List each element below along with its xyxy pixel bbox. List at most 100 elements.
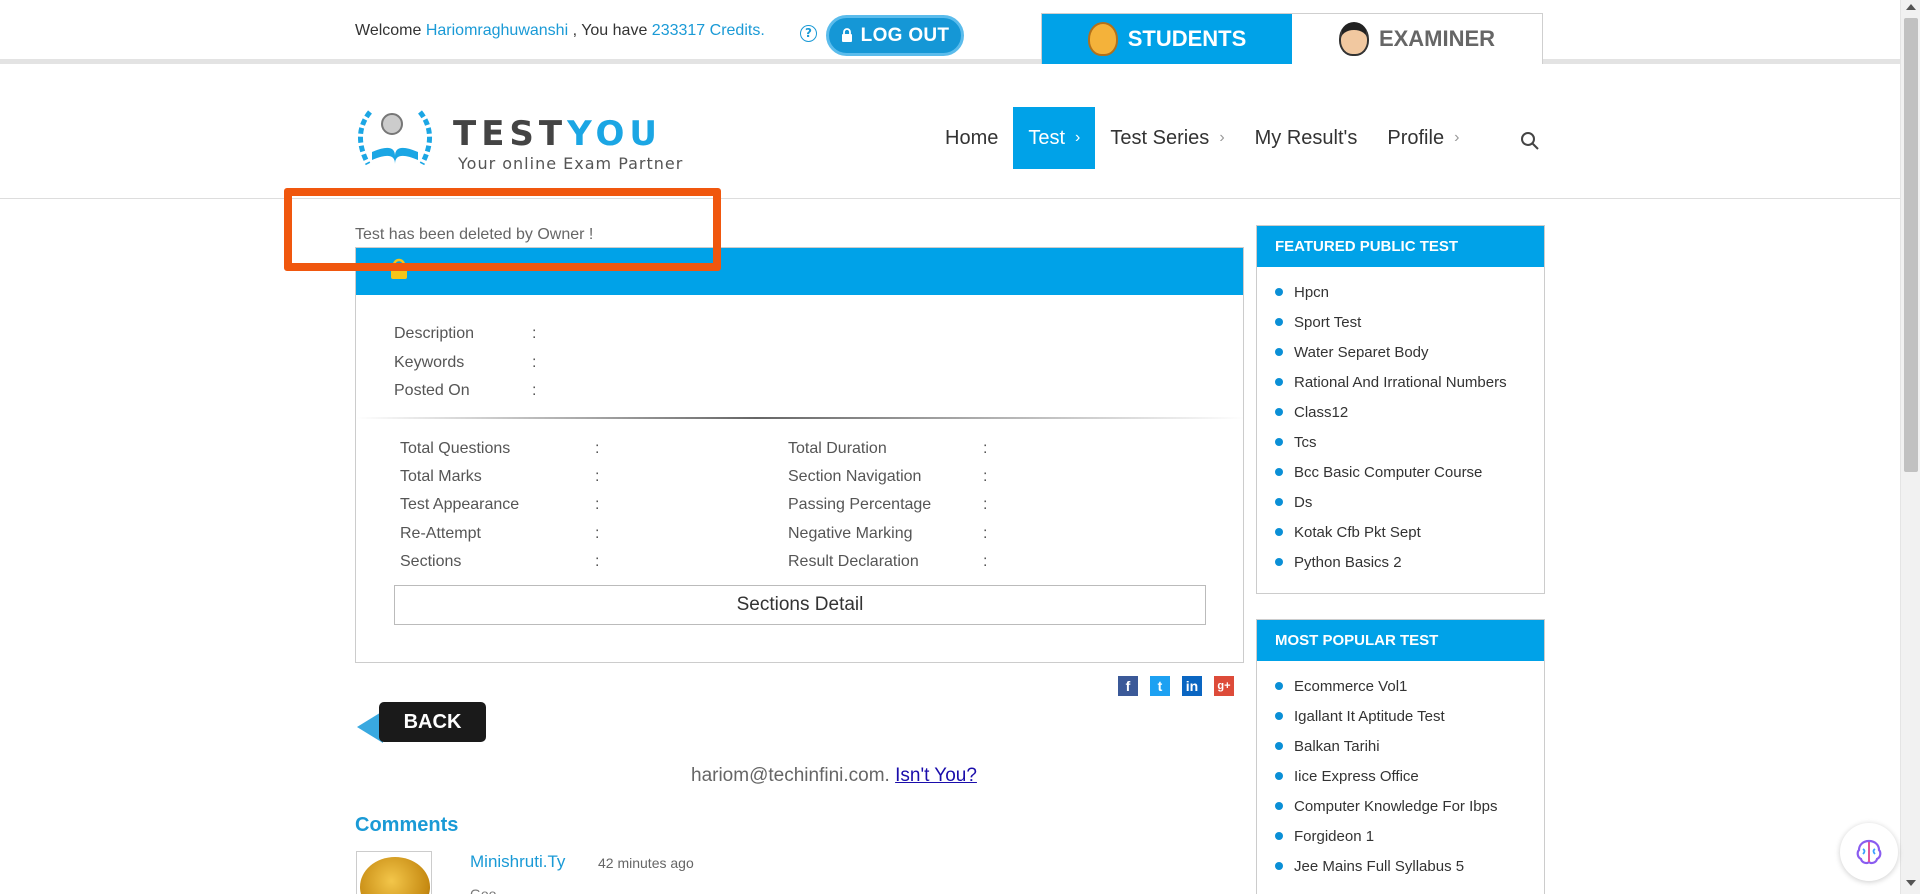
role-tabs: STUDENTS EXAMINER <box>1041 13 1543 64</box>
comment-text: Goo... <box>470 886 509 894</box>
logout-button[interactable]: LOG OUT <box>826 15 964 56</box>
stat-result-declaration: Result Declaration: <box>788 548 1188 576</box>
nav-my-results[interactable]: My Result's <box>1240 107 1373 169</box>
logo-tagline: Your online Exam Partner <box>458 154 684 173</box>
list-item[interactable]: Forgideon 1 <box>1275 821 1544 851</box>
list-item[interactable]: Balkan Tarihi <box>1275 731 1544 761</box>
top-bar: Welcome Hariomraghuwanshi , You have 233… <box>0 0 1900 64</box>
nav-profile[interactable]: Profile › <box>1372 107 1474 169</box>
tab-examiner-label: EXAMINER <box>1378 26 1496 51</box>
list-item[interactable]: Python Basics 2 <box>1275 547 1544 577</box>
list-item-label: Balkan Tarihi <box>1294 737 1380 755</box>
meta-key: Posted On <box>394 382 470 400</box>
list-item[interactable]: Bcc Basic Computer Course <box>1275 457 1544 487</box>
list-item-label: Class12 <box>1294 403 1349 421</box>
credits-value[interactable]: 233317 Credits <box>652 22 761 39</box>
bullet-icon <box>1275 348 1283 356</box>
have-text: , You have <box>572 22 648 39</box>
student-face-icon <box>1087 22 1118 56</box>
stat-sep: : <box>983 552 988 570</box>
list-item-label: Bcc Basic Computer Course <box>1294 463 1483 481</box>
stat-section-navigation: Section Navigation: <box>788 463 1188 491</box>
list-item[interactable]: Ds <box>1275 487 1544 517</box>
stat-total-duration: Total Duration: <box>788 435 1188 463</box>
site-logo[interactable]: TESTYOU Your online Exam Partner <box>350 104 684 174</box>
list-item-label: Rational And Irrational Numbers <box>1294 373 1507 391</box>
list-item[interactable]: Iice Express Office <box>1275 761 1544 791</box>
logo-wordmark: TESTYOU <box>453 114 662 154</box>
tab-students[interactable]: STUDENTS <box>1042 14 1292 64</box>
nav-my-results-label: My Result's <box>1254 126 1358 149</box>
stat-key: Result Declaration <box>788 552 919 570</box>
bullet-icon <box>1275 498 1283 506</box>
stat-re-attempt: Re-Attempt: <box>400 520 788 548</box>
nav-test-series[interactable]: Test Series › <box>1095 107 1239 169</box>
nav-test-series-label: Test Series <box>1110 126 1210 149</box>
list-item[interactable]: Computer Knowledge For Ibps <box>1275 791 1544 821</box>
stat-sep: : <box>983 468 988 486</box>
stat-key: Negative Marking <box>788 524 913 542</box>
bullet-icon <box>1275 832 1283 840</box>
help-icon[interactable]: ? <box>800 25 817 42</box>
tab-examiner[interactable]: EXAMINER <box>1292 14 1542 64</box>
nav-home[interactable]: Home <box>930 107 1013 169</box>
stat-sep: : <box>595 440 600 458</box>
list-item-label: Computer Knowledge For Ibps <box>1294 797 1498 815</box>
google-plus-icon[interactable]: g+ <box>1214 676 1234 696</box>
username-link[interactable]: Hariomraghuwanshi <box>426 22 568 39</box>
comment-username[interactable]: Minishruti.Ty <box>470 852 565 872</box>
list-item-label: Iice Express Office <box>1294 767 1419 785</box>
stat-key: Re-Attempt <box>400 524 481 542</box>
list-item[interactable]: Water Separet Body <box>1275 337 1544 367</box>
featured-public-test-panel: FEATURED PUBLIC TEST Hpcn Sport Test Wat… <box>1256 225 1545 594</box>
stat-key: Sections <box>400 552 462 570</box>
bullet-icon <box>1275 438 1283 446</box>
back-button[interactable]: BACK <box>357 702 487 743</box>
list-item-label: Forgideon 1 <box>1294 827 1375 845</box>
avatar[interactable] <box>356 851 432 894</box>
back-label: BACK <box>379 702 486 742</box>
stat-key: Test Appearance <box>400 496 520 514</box>
tab-students-label: STUDENTS <box>1127 26 1247 51</box>
linkedin-icon[interactable]: in <box>1182 676 1202 696</box>
sections-detail-button[interactable]: Sections Detail <box>394 585 1206 625</box>
list-item[interactable]: Tcs <box>1275 427 1544 457</box>
nav-test[interactable]: Test › <box>1013 107 1096 169</box>
meta-row-posted-on: Posted On: <box>394 377 536 406</box>
list-item[interactable]: Sport Test <box>1275 307 1544 337</box>
twitter-icon[interactable]: t <box>1150 676 1170 696</box>
brain-icon <box>1856 839 1882 865</box>
page-scrollbar[interactable] <box>1900 0 1920 894</box>
meta-row-description: Description: <box>394 320 536 349</box>
popular-list: Ecommerce Vol1 Igallant It Aptitude Test… <box>1257 661 1544 885</box>
list-item-label: Ecommerce Vol1 <box>1294 677 1408 695</box>
social-share: f t in g+ <box>1118 676 1234 696</box>
list-item[interactable]: Jee Mains Full Syllabus 5 <box>1275 851 1544 881</box>
nav-home-label: Home <box>945 126 999 149</box>
list-item[interactable]: Ecommerce Vol1 <box>1275 671 1544 701</box>
facebook-icon[interactable]: f <box>1118 676 1138 696</box>
credits-suffix: . <box>760 22 765 39</box>
list-item[interactable]: Class12 <box>1275 397 1544 427</box>
list-item-label: Ds <box>1294 493 1313 511</box>
list-item[interactable]: Kotak Cfb Pkt Sept <box>1275 517 1544 547</box>
stat-key: Total Questions <box>400 440 511 458</box>
floating-assistant-button[interactable] <box>1840 823 1898 881</box>
stat-sep: : <box>595 552 600 570</box>
stat-sep: : <box>595 468 600 486</box>
list-item[interactable]: Hpcn <box>1275 277 1544 307</box>
stat-key: Passing Percentage <box>788 496 932 514</box>
scroll-up-icon[interactable] <box>1906 4 1916 10</box>
stat-total-marks: Total Marks: <box>400 463 788 491</box>
scroll-thumb[interactable] <box>1904 18 1918 472</box>
test-stats: Total Questions: Total Duration: Total M… <box>400 435 1200 576</box>
list-item[interactable]: Igallant It Aptitude Test <box>1275 701 1544 731</box>
list-item[interactable]: Rational And Irrational Numbers <box>1275 367 1544 397</box>
search-icon[interactable] <box>1520 131 1540 151</box>
scroll-down-icon[interactable] <box>1906 880 1916 886</box>
meta-sep: : <box>532 353 537 371</box>
not-you-link[interactable]: Isn't You? <box>895 765 977 786</box>
bullet-icon <box>1275 318 1283 326</box>
stat-negative-marking: Negative Marking: <box>788 520 1188 548</box>
stat-passing-percentage: Passing Percentage: <box>788 491 1188 519</box>
